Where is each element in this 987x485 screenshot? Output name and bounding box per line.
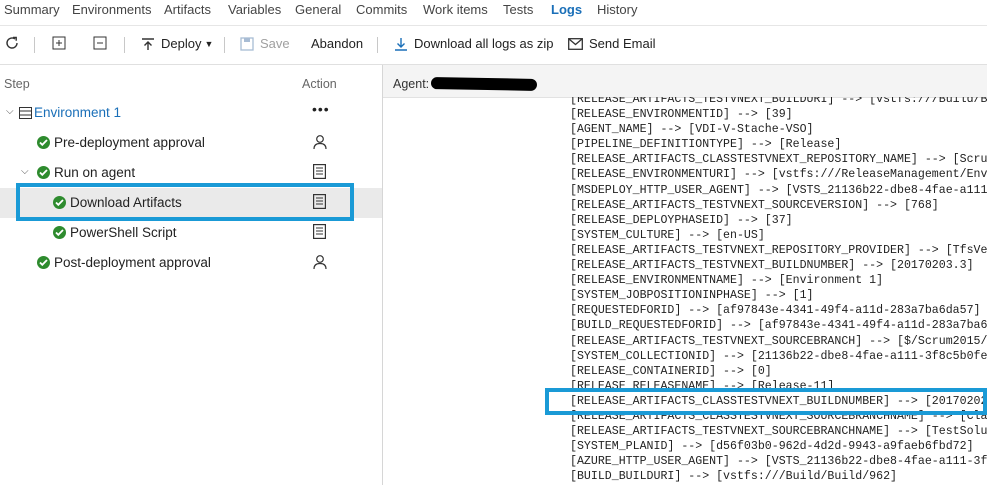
tab-logs[interactable]: Logs — [551, 2, 582, 17]
log-line: [RELEASE_ARTIFACTS_TESTVNEXT_BUILDNUMBER… — [570, 259, 974, 273]
log-line: [RELEASE_ARTIFACTS_CLASSTESTVNEXT_REPOSI… — [570, 153, 987, 167]
tab-artifacts[interactable]: Artifacts — [164, 2, 211, 17]
deploy-icon — [142, 37, 154, 50]
log-line: [BUILD_REQUESTEDFORID] --> [af97843e-434… — [570, 319, 987, 333]
environment-row[interactable]: ⌵ Environment 1 ••• — [0, 98, 382, 128]
log-line: [AGENT_NAME] --> [VDI-V-Stache-VSO] — [570, 123, 814, 137]
deploy-button[interactable]: Deploy ▼ — [141, 36, 213, 51]
success-check-icon — [37, 256, 50, 269]
expand-icon — [52, 36, 66, 50]
save-label: Save — [260, 36, 290, 51]
tab-variables[interactable]: Variables — [228, 2, 281, 17]
person-icon[interactable] — [313, 134, 327, 153]
tab-tests[interactable]: Tests — [503, 2, 533, 17]
log-line: [BUILD_BUILDURI] --> [vstfs:///Build/Bui… — [570, 470, 897, 484]
tab-work-items[interactable]: Work items — [423, 2, 488, 17]
tab-bar: Summary Environments Artifacts Variables… — [0, 0, 987, 26]
environment-name[interactable]: Environment 1 — [34, 105, 121, 120]
send-email-label: Send Email — [589, 36, 656, 51]
agent-bar: Agent: — [383, 65, 987, 98]
log-line: [AZURE_HTTP_USER_AGENT] --> [VSTS_21136b… — [570, 455, 987, 469]
log-line: [RELEASE_ENVIRONMENTID] --> [39] — [570, 108, 793, 122]
mail-icon — [568, 37, 583, 50]
success-check-icon — [37, 166, 50, 179]
action-column-header: Action — [302, 77, 337, 91]
step-powershell-script[interactable]: PowerShell Script — [0, 218, 382, 248]
steps-panel: Step Action ⌵ Environment 1 ••• Pre-depl… — [0, 65, 383, 485]
collapse-all-button[interactable] — [93, 36, 107, 50]
log-line: [RELEASE_ARTIFACTS_TESTVNEXT_BUILDURI] -… — [570, 97, 987, 106]
agent-label: Agent: — [393, 77, 430, 91]
log-icon[interactable] — [313, 164, 327, 182]
download-logs-button[interactable]: Download all logs as zip — [394, 36, 553, 51]
more-options-icon[interactable]: ••• — [312, 101, 330, 117]
collapse-icon — [93, 36, 107, 50]
chevron-down-icon[interactable]: ⌵ — [21, 166, 29, 177]
log-line: [MSDEPLOY_HTTP_USER_AGENT] --> [VSTS_211… — [570, 183, 987, 197]
log-viewport[interactable]: [RELEASE_ARTIFACTS_TESTVNEXT_BUILDURI] -… — [383, 97, 987, 485]
step-pre-deployment-approval[interactable]: Pre-deployment approval — [0, 128, 382, 158]
log-icon[interactable] — [313, 224, 327, 242]
toolbar: Deploy ▼ Save Abandon Download all logs … — [0, 26, 987, 65]
expand-all-button[interactable] — [52, 36, 66, 50]
save-icon — [240, 36, 254, 51]
save-button[interactable]: Save — [240, 36, 290, 51]
redaction-mark — [430, 77, 538, 91]
step-label: PowerShell Script — [70, 225, 177, 240]
log-line: [REQUESTEDFORID] --> [af97843e-4341-49f4… — [570, 304, 981, 318]
tab-commits[interactable]: Commits — [356, 2, 407, 17]
tab-summary[interactable]: Summary — [4, 2, 60, 17]
chevron-down-icon[interactable]: ⌵ — [6, 106, 14, 117]
log-line: [RELEASE_CONTAINERID] --> [0] — [570, 364, 772, 378]
log-line: [RELEASE_ENVIRONMENTNAME] --> [Environme… — [570, 274, 884, 288]
log-output: [RELEASE_ARTIFACTS_TESTVNEXT_BUILDURI] -… — [570, 97, 987, 484]
send-email-button[interactable]: Send Email — [568, 36, 655, 51]
step-label: Post-deployment approval — [54, 255, 211, 270]
highlight-box — [545, 388, 987, 415]
log-line: [RELEASE_ARTIFACTS_TESTVNEXT_SOURCEBRANC… — [570, 425, 987, 439]
log-line: [RELEASE_DEPLOYPHASEID] --> [37] — [570, 213, 793, 227]
deploy-label: Deploy — [161, 36, 202, 51]
refresh-button[interactable] — [4, 35, 20, 51]
log-line: [RELEASE_ARTIFACTS_TESTVNEXT_REPOSITORY_… — [570, 243, 987, 257]
highlight-box — [16, 183, 354, 221]
download-icon — [395, 37, 407, 51]
step-column-header: Step — [4, 77, 30, 91]
step-label: Run on agent — [54, 165, 136, 180]
success-check-icon — [37, 136, 50, 149]
tab-general[interactable]: General — [295, 2, 341, 17]
log-panel: Agent: [RELEASE_ARTIFACTS_TESTVNEXT_BUIL… — [383, 65, 987, 485]
log-line: [RELEASE_ARTIFACTS_TESTVNEXT_SOURCEVERSI… — [570, 198, 939, 212]
refresh-icon — [6, 36, 18, 49]
person-icon[interactable] — [313, 254, 327, 273]
log-line: [RELEASE_ARTIFACTS_TESTVNEXT_SOURCEBRANC… — [570, 334, 987, 348]
abandon-button[interactable]: Abandon — [311, 36, 363, 51]
success-check-icon — [53, 226, 66, 239]
log-line: [SYSTEM_JOBPOSITIONINPHASE] --> [1] — [570, 289, 814, 303]
log-line: [SYSTEM_PLANID] --> [d56f03b0-962d-4d2d-… — [570, 440, 974, 454]
log-line: [SYSTEM_CULTURE] --> [en-US] — [570, 228, 765, 242]
download-logs-label: Download all logs as zip — [414, 36, 554, 51]
log-line: [PIPELINE_DEFINITIONTYPE] --> [Release] — [570, 138, 842, 152]
tab-history[interactable]: History — [597, 2, 637, 17]
log-line: [SYSTEM_COLLECTIONID] --> [21136b22-dbe8… — [570, 349, 987, 363]
step-post-deployment-approval[interactable]: Post-deployment approval — [0, 248, 382, 278]
abandon-label: Abandon — [311, 36, 364, 51]
step-label: Pre-deployment approval — [54, 135, 205, 150]
log-line: [RELEASE_ENVIRONMENTURI] --> [vstfs:///R… — [570, 168, 987, 182]
tab-environments[interactable]: Environments — [72, 2, 151, 17]
chevron-down-icon: ▼ — [204, 38, 214, 49]
environment-icon — [19, 107, 32, 119]
